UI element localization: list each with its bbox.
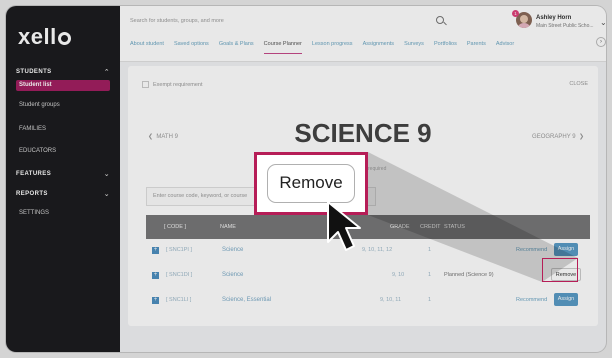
notification-badge: 1	[512, 10, 519, 17]
tab-bar: About student Saved options Goals & Plan…	[130, 40, 514, 54]
plus-icon[interactable]: +	[152, 247, 159, 254]
prev-course-link[interactable]: ❮ MATH 9	[148, 133, 178, 140]
next-course-label: GEOGRAPHY 9	[532, 134, 576, 140]
tab-assignments[interactable]: Assignments	[363, 40, 395, 54]
user-school: Main Street Public Scho...	[536, 23, 594, 29]
header-status: STATUS	[444, 224, 465, 230]
header-code: [ CODE ]	[164, 224, 187, 230]
tab-saved-options[interactable]: Saved options	[174, 40, 209, 54]
chevron-left-icon: ❮	[148, 134, 154, 140]
search-icon[interactable]	[436, 16, 444, 24]
course-credit: 1	[428, 247, 432, 253]
assign-button[interactable]: Assign	[554, 243, 578, 256]
plus-icon[interactable]: +	[152, 272, 159, 279]
sidebar-item-student-list[interactable]: Student list	[16, 80, 110, 91]
table-row: + [ SNC1DI ] Science 9, 10 1 Planned (Sc…	[146, 263, 590, 288]
chevron-up-icon: ⌃	[103, 69, 110, 76]
chevron-right-icon: ❯	[578, 134, 584, 140]
search-input[interactable]: Search for students, groups, and more	[130, 18, 224, 24]
page-title: SCIENCE 9	[294, 118, 432, 148]
course-grade: 9, 10	[392, 272, 405, 278]
assign-button[interactable]: Assign	[554, 293, 578, 306]
header-credit: CREDIT	[420, 224, 441, 230]
sidebar-section-students[interactable]: STUDENTS ⌃	[16, 68, 110, 76]
requirement-hint: required	[368, 166, 387, 172]
tab-goals-plans[interactable]: Goals & Plans	[219, 40, 254, 54]
sidebar-item-families[interactable]: FAMILIES	[16, 124, 110, 135]
exempt-checkbox[interactable]	[142, 81, 149, 88]
chevron-down-icon: ⌄	[103, 191, 110, 198]
course-grade: 9, 10, 11	[380, 297, 401, 303]
tab-advisor[interactable]: Advisor	[496, 40, 514, 54]
course-name[interactable]: Science	[222, 247, 243, 253]
recommend-link[interactable]: Recommend	[516, 247, 547, 253]
table-row: + [ SNC1LI ] Science, Essential 9, 10, 1…	[146, 288, 590, 313]
prev-course-label: MATH 9	[156, 134, 178, 140]
xello-logo: xell	[18, 24, 71, 50]
sidebar-section-reports[interactable]: REPORTS ⌄	[16, 190, 110, 198]
sidebar-item-student-groups[interactable]: Student groups	[16, 100, 110, 111]
tab-portfolios[interactable]: Portfolios	[434, 40, 457, 54]
exempt-label: Exempt requirement	[153, 81, 203, 88]
tab-course-planner[interactable]: Course Planner	[263, 40, 302, 54]
section-label: FEATURES	[16, 171, 52, 177]
sidebar-item-settings[interactable]: SETTINGS	[16, 208, 110, 219]
tab-surveys[interactable]: Surveys	[404, 40, 424, 54]
course-code: [ SNC1LI ]	[166, 297, 192, 303]
mouse-pointer-icon	[327, 201, 361, 251]
top-bar: Search for students, groups, and more 1 …	[120, 6, 606, 62]
chevron-right-icon[interactable]: ›	[596, 37, 606, 47]
sidebar-section-features[interactable]: FEATURES ⌄	[16, 170, 110, 178]
course-name[interactable]: Science	[222, 272, 243, 278]
tab-lesson-progress[interactable]: Lesson progress	[312, 40, 353, 54]
course-credit: 1	[428, 272, 432, 278]
course-credit: 1	[428, 297, 432, 303]
course-code: [ SNC1PI ]	[166, 247, 192, 253]
remove-button-highlight	[542, 258, 578, 282]
header-name: NAME	[220, 224, 236, 230]
section-label: REPORTS	[16, 191, 48, 197]
close-button[interactable]: CLOSE	[569, 81, 588, 87]
course-name[interactable]: Science, Essential	[222, 297, 271, 303]
course-status: Planned (Science 9)	[444, 272, 494, 278]
user-name: Ashley Horn	[536, 15, 572, 21]
tab-about-student[interactable]: About student	[130, 40, 164, 54]
exempt-requirement[interactable]: Exempt requirement	[142, 81, 203, 88]
tab-parents[interactable]: Parents	[467, 40, 486, 54]
plus-icon[interactable]: +	[152, 297, 159, 304]
chevron-down-icon[interactable]: ⌄	[600, 18, 606, 27]
section-label: STUDENTS	[16, 69, 52, 75]
sidebar-item-educators[interactable]: EDUCATORS	[16, 146, 110, 157]
course-code: [ SNC1DI ]	[166, 272, 193, 278]
recommend-link[interactable]: Recommend	[516, 297, 547, 303]
sidebar: xell STUDENTS ⌃ Student list Student gro…	[6, 6, 120, 352]
chevron-down-icon: ⌄	[103, 171, 110, 178]
next-course-link[interactable]: GEOGRAPHY 9 ❯	[532, 133, 584, 140]
header-grade: GRADE	[390, 224, 410, 230]
